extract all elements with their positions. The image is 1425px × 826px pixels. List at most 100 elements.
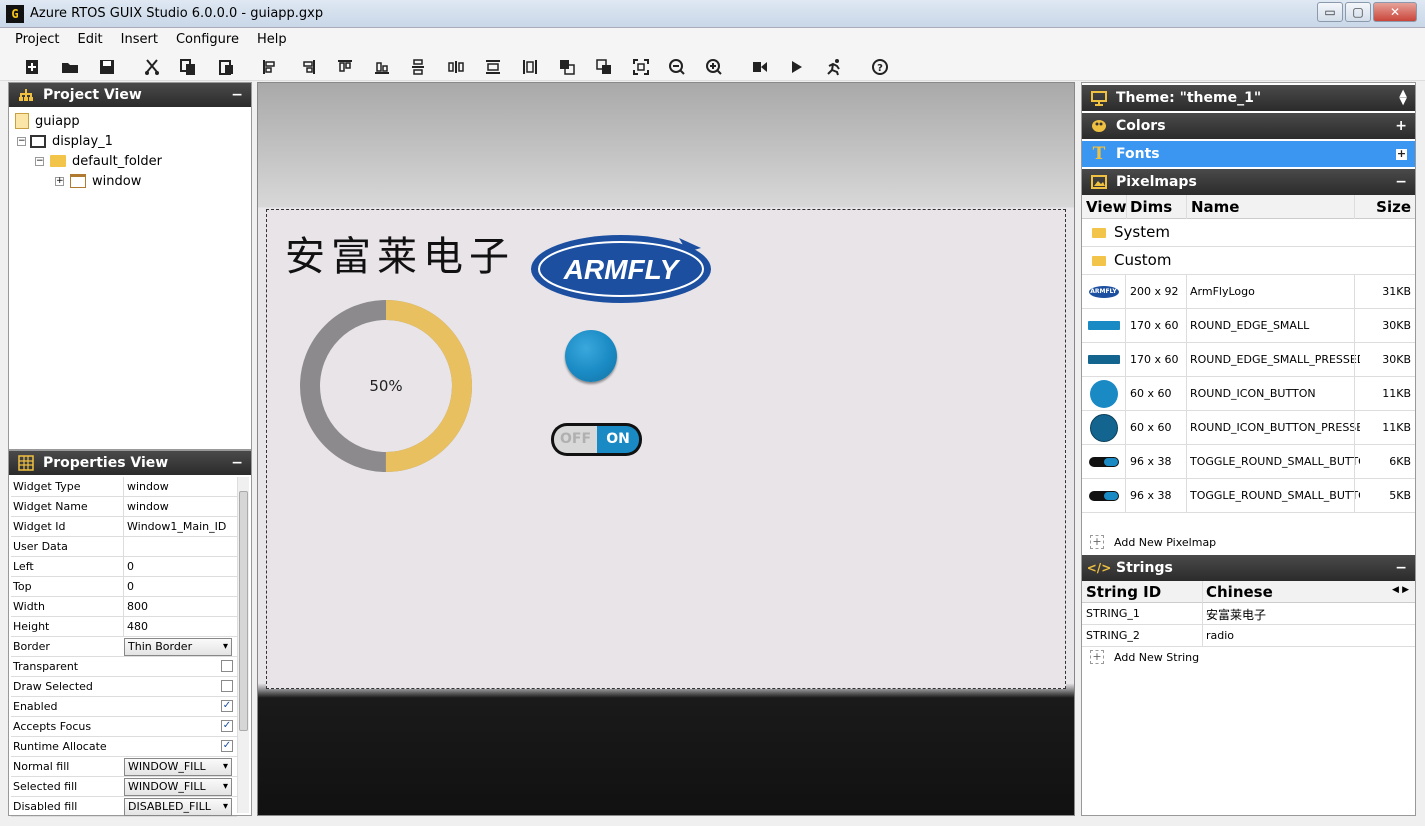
strings-section-header[interactable]: </> Strings − <box>1082 555 1415 581</box>
radial-progress-bar[interactable]: 50% <box>297 298 477 478</box>
armfly-logo[interactable]: ARMFLY <box>529 232 713 306</box>
pixelmap-thumbnail <box>1082 343 1126 376</box>
v-equal-spacing-icon[interactable] <box>406 56 430 78</box>
chinese-title-prompt[interactable]: 安富莱电子 <box>285 224 515 282</box>
align-right-icon[interactable] <box>296 56 320 78</box>
add-new-pixelmap-button[interactable]: + Add New Pixelmap <box>1090 535 1390 555</box>
menu-configure[interactable]: Configure <box>167 29 248 51</box>
property-value-field[interactable]: 480 <box>123 617 233 636</box>
property-dropdown[interactable]: DISABLED_FILL <box>124 798 232 816</box>
column-view[interactable]: View <box>1086 198 1127 216</box>
tree-item-window[interactable]: + window <box>55 171 141 191</box>
menu-project[interactable]: Project <box>6 29 68 51</box>
property-value-field[interactable]: Window1_Main_ID <box>123 517 233 536</box>
property-dropdown[interactable]: WINDOW_FILL <box>124 778 232 796</box>
image-icon <box>1090 174 1108 190</box>
expand-icon[interactable]: + <box>1395 118 1407 134</box>
language-scroll-icon[interactable]: ◀ ▶ <box>1392 585 1409 595</box>
theme-selector[interactable]: Theme: "theme_1" ▲ ▼ <box>1082 85 1415 111</box>
pixelmap-row[interactable]: 96 x 38 TOGGLE_ROUND_SMALL_BUTTON_OFF 5KB <box>1082 479 1415 513</box>
close-button[interactable]: ✕ <box>1373 2 1417 22</box>
playback-icon[interactable] <box>822 56 846 78</box>
collapse-icon[interactable]: − <box>231 87 243 103</box>
align-left-icon[interactable] <box>258 56 282 78</box>
property-value-field[interactable]: 0 <box>123 557 233 576</box>
properties-scrollbar[interactable] <box>237 477 249 813</box>
pixelmap-row[interactable]: 60 x 60 ROUND_ICON_BUTTON 11KB <box>1082 377 1415 411</box>
pixelmap-row[interactable]: ARMFLY 200 x 92 ArmFlyLogo 31KB <box>1082 275 1415 309</box>
help-icon[interactable]: ? <box>868 56 892 78</box>
collapse-icon[interactable]: − <box>1395 560 1407 576</box>
menu-insert[interactable]: Insert <box>112 29 167 51</box>
expand-icon[interactable]: + <box>1396 148 1407 160</box>
property-dropdown[interactable]: Thin Border <box>124 638 232 656</box>
move-to-front-icon[interactable] <box>555 56 579 78</box>
palette-icon <box>1090 118 1108 134</box>
zoom-in-icon[interactable] <box>702 56 726 78</box>
record-macro-icon[interactable] <box>748 56 772 78</box>
minimize-button[interactable]: ▭ <box>1317 2 1343 22</box>
property-dropdown[interactable]: WINDOW_FILL <box>124 758 232 776</box>
collapse-icon[interactable]: − <box>1395 174 1407 190</box>
colors-section-header[interactable]: Colors + <box>1082 113 1415 139</box>
column-dims[interactable]: Dims <box>1130 198 1172 216</box>
string-row[interactable]: STRING_1 安富莱电子 <box>1082 603 1415 625</box>
equal-height-icon[interactable] <box>518 56 542 78</box>
align-bottom-icon[interactable] <box>370 56 394 78</box>
collapse-toggle-icon[interactable]: − <box>17 136 26 146</box>
copy-icon[interactable] <box>176 56 200 78</box>
new-file-icon[interactable] <box>20 56 44 78</box>
properties-view-header[interactable]: Properties View − <box>9 451 251 475</box>
paste-icon[interactable] <box>214 56 238 78</box>
tree-item-folder[interactable]: − default_folder <box>35 151 162 171</box>
cut-icon[interactable] <box>140 56 164 78</box>
string-row[interactable]: STRING_2 radio <box>1082 625 1415 647</box>
move-to-back-icon[interactable] <box>592 56 616 78</box>
tree-item-display[interactable]: − display_1 <box>17 131 113 151</box>
save-icon[interactable] <box>95 56 119 78</box>
maximize-button[interactable]: ▢ <box>1345 2 1371 22</box>
collapse-icon[interactable]: − <box>231 455 243 471</box>
h-equal-spacing-icon[interactable] <box>444 56 468 78</box>
design-window[interactable]: 安富莱电子 ARMFLY 50% OFF ON <box>266 209 1066 689</box>
run-icon[interactable] <box>784 56 808 78</box>
property-checkbox[interactable] <box>221 680 233 692</box>
pixelmap-row[interactable]: 60 x 60 ROUND_ICON_BUTTON_PRESSED 11KB <box>1082 411 1415 445</box>
column-string-id[interactable]: String ID <box>1086 583 1161 601</box>
project-view-header[interactable]: Project View − <box>9 83 251 107</box>
zoom-out-icon[interactable] <box>665 56 689 78</box>
property-value-field[interactable] <box>123 537 233 556</box>
theme-spin-icon[interactable]: ▲ ▼ <box>1399 89 1407 107</box>
add-new-string-button[interactable]: + Add New String <box>1090 650 1390 670</box>
property-checkbox[interactable]: ✓ <box>221 720 233 732</box>
property-checkbox[interactable] <box>221 660 233 672</box>
round-icon-button[interactable] <box>565 330 617 382</box>
align-top-icon[interactable] <box>333 56 357 78</box>
column-name[interactable]: Name <box>1191 198 1239 216</box>
column-chinese[interactable]: Chinese <box>1206 583 1273 601</box>
tree-item-guiapp[interactable]: guiapp <box>15 111 80 131</box>
pixelmap-row[interactable]: 170 x 60 ROUND_EDGE_SMALL_PRESSED 30KB <box>1082 343 1415 377</box>
open-folder-icon[interactable] <box>58 56 82 78</box>
toggle-button[interactable]: OFF ON <box>551 423 642 456</box>
pixelmaps-section-header[interactable]: Pixelmaps − <box>1082 169 1415 195</box>
collapse-toggle-icon[interactable]: − <box>35 156 44 166</box>
column-size[interactable]: Size <box>1376 198 1411 216</box>
fonts-section-header[interactable]: T Fonts + <box>1082 141 1415 167</box>
property-checkbox[interactable]: ✓ <box>221 740 233 752</box>
pixelmap-row[interactable]: 96 x 38 TOGGLE_ROUND_SMALL_BUTTON 6KB <box>1082 445 1415 479</box>
property-value-field[interactable]: 800 <box>123 597 233 616</box>
menu-help[interactable]: Help <box>248 29 296 51</box>
property-value-field[interactable]: 0 <box>123 577 233 596</box>
menu-edit[interactable]: Edit <box>68 29 111 51</box>
folder-system[interactable]: System <box>1082 219 1415 247</box>
expand-toggle-icon[interactable]: + <box>55 176 64 186</box>
property-value-field[interactable]: window <box>123 477 233 496</box>
property-checkbox[interactable]: ✓ <box>221 700 233 712</box>
property-value-field[interactable]: window <box>123 497 233 516</box>
size-to-fit-icon[interactable] <box>629 56 653 78</box>
scroll-thumb[interactable] <box>239 491 248 731</box>
pixelmap-row[interactable]: 170 x 60 ROUND_EDGE_SMALL 30KB <box>1082 309 1415 343</box>
equal-width-icon[interactable] <box>481 56 505 78</box>
folder-custom[interactable]: Custom <box>1082 247 1415 275</box>
